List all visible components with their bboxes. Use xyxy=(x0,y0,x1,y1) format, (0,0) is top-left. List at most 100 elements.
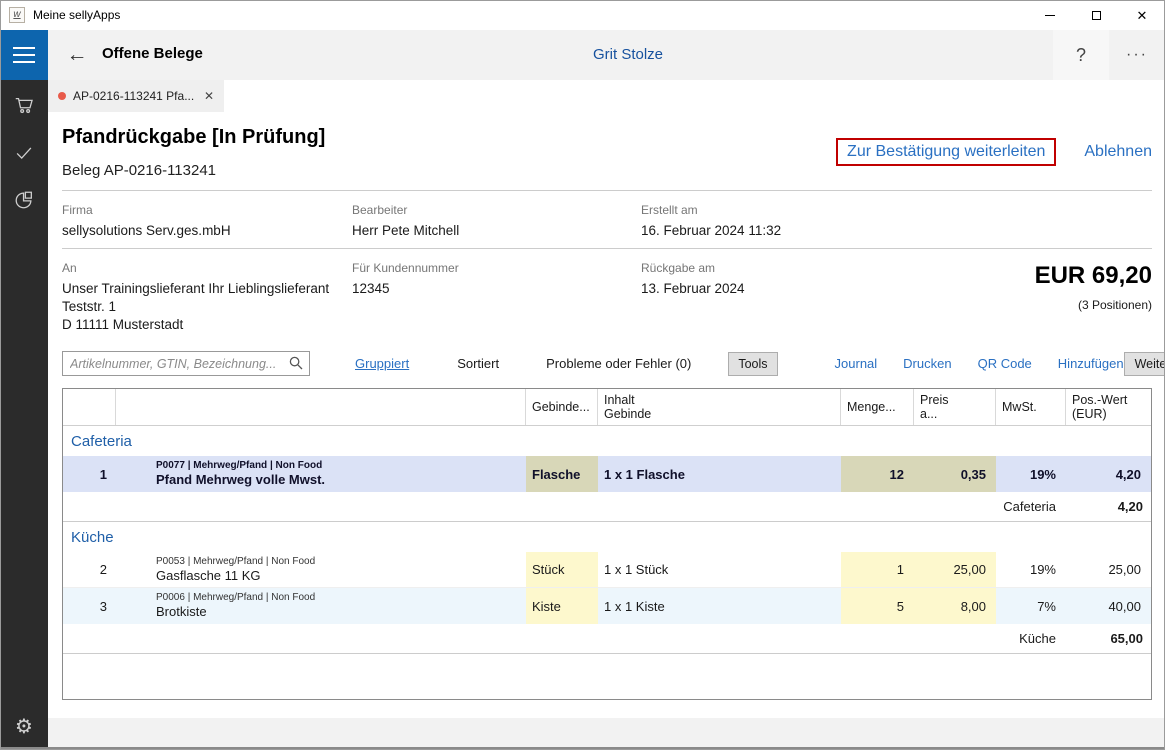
user-name[interactable]: Grit Stolze xyxy=(593,46,663,63)
table-row[interactable]: 1 P0077 | Mehrweg/Pfand | Non Food Pfand… xyxy=(63,456,1151,492)
app-logo-icon: w xyxy=(9,7,25,23)
back-arrow-icon: ← xyxy=(67,43,88,67)
article-cell: P0077 | Mehrweg/Pfand | Non Food Pfand M… xyxy=(116,456,526,492)
journal-link[interactable]: Journal xyxy=(835,356,878,371)
table-row[interactable]: 3 P0006 | Mehrweg/Pfand | Non Food Brotk… xyxy=(63,588,1151,624)
tab-close-button[interactable]: ✕ xyxy=(204,89,214,103)
ellipsis-icon: ··· xyxy=(1126,46,1148,64)
preis-cell: 25,00 xyxy=(914,552,996,587)
mwst-cell: 19% xyxy=(996,456,1066,492)
total-positions: (3 Positionen) xyxy=(1078,298,1152,312)
print-link[interactable]: Drucken xyxy=(903,356,951,371)
rueckgabe-am-value: 13. Februar 2024 xyxy=(641,280,745,298)
table-row[interactable]: 2 P0053 | Mehrweg/Pfand | Non Food Gasfl… xyxy=(63,552,1151,588)
gebinde-cell: Flasche xyxy=(526,456,598,492)
article-code: P0006 | Mehrweg/Pfand | Non Food xyxy=(156,592,315,604)
menu-button[interactable] xyxy=(0,30,48,80)
erstellt-am-label: Erstellt am xyxy=(641,203,698,217)
maximize-button[interactable] xyxy=(1073,0,1119,30)
qr-code-link[interactable]: QR Code xyxy=(978,356,1032,371)
pos-wert-cell: 40,00 xyxy=(1066,588,1151,624)
pie-chart-icon xyxy=(13,189,35,211)
help-button[interactable]: ? xyxy=(1053,30,1109,80)
sidebar-item-settings[interactable]: ⚙ xyxy=(0,706,48,746)
positions-toolbar: Gruppiert Sortiert Probleme oder Fehler … xyxy=(62,350,1152,377)
gear-icon: ⚙ xyxy=(15,714,33,739)
unsaved-dot-icon xyxy=(58,92,66,100)
sorted-toggle[interactable]: Sortiert xyxy=(457,356,499,371)
firma-label: Firma xyxy=(62,203,93,217)
tools-button[interactable]: Tools xyxy=(728,352,777,376)
help-icon: ? xyxy=(1076,45,1086,66)
an-value: Unser Trainingslieferant Ihr Lieblingsli… xyxy=(62,280,329,334)
tab-strip: AP-0216-113241 Pfa... ✕ xyxy=(48,80,1165,112)
subtotal-value: 65,00 xyxy=(1066,624,1151,653)
total-amount: EUR 69,20 xyxy=(1035,262,1152,290)
firma-value: sellysolutions Serv.ges.mbH xyxy=(62,222,231,240)
problems-link[interactable]: Probleme oder Fehler (0) xyxy=(546,356,691,371)
document-view: Pfandrückgabe [In Prüfung] Beleg AP-0216… xyxy=(48,112,1165,718)
header-mwst: MwSt. xyxy=(996,389,1066,425)
grouped-toggle[interactable]: Gruppiert xyxy=(355,356,409,371)
more-dropdown-button[interactable]: Weitere ⌄ xyxy=(1124,352,1165,376)
preis-cell: 0,35 xyxy=(914,456,996,492)
tab-document[interactable]: AP-0216-113241 Pfa... ✕ xyxy=(48,80,224,112)
rueckgabe-am-label: Rückgabe am xyxy=(641,261,715,275)
header-gebinde: Gebinde... xyxy=(526,389,598,425)
an-label: An xyxy=(62,261,77,275)
titlebar: w Meine sellyApps ✕ xyxy=(0,0,1165,30)
pos-wert-cell: 4,20 xyxy=(1066,456,1151,492)
article-cell: P0006 | Mehrweg/Pfand | Non Food Brotkis… xyxy=(116,588,526,624)
header-menge: Menge... xyxy=(841,389,914,425)
search-icon xyxy=(289,356,303,370)
sidebar: ⚙ xyxy=(0,30,48,750)
gebinde-cell: Kiste xyxy=(526,588,598,624)
divider xyxy=(62,190,1152,191)
close-button[interactable]: ✕ xyxy=(1119,0,1165,30)
check-icon xyxy=(13,142,35,164)
sidebar-item-cart[interactable] xyxy=(0,85,48,125)
menge-cell: 5 xyxy=(841,588,914,624)
menge-cell: 12 xyxy=(841,456,914,492)
back-button[interactable]: ← xyxy=(62,40,92,70)
kundennummer-label: Für Kundennummer xyxy=(352,261,459,275)
document-number: Beleg AP-0216-113241 xyxy=(62,162,216,179)
article-search xyxy=(62,351,310,376)
header-preis: Preisa... xyxy=(914,389,996,425)
cart-icon xyxy=(13,94,35,116)
subtotal-row-kueche: Küche 65,00 xyxy=(63,624,1151,654)
sidebar-item-statistics[interactable] xyxy=(0,180,48,220)
article-code: P0053 | Mehrweg/Pfand | Non Food xyxy=(156,556,315,568)
row-number: 1 xyxy=(63,456,116,492)
bearbeiter-value: Herr Pete Mitchell xyxy=(352,222,459,240)
search-input[interactable] xyxy=(62,351,310,376)
minimize-button[interactable] xyxy=(1027,0,1073,30)
subtotal-value: 4,20 xyxy=(1066,492,1151,521)
forward-for-confirmation-button[interactable]: Zur Bestätigung weiterleiten xyxy=(836,138,1056,166)
row-number: 2 xyxy=(63,552,116,587)
menge-cell: 1 xyxy=(841,552,914,587)
hamburger-icon xyxy=(13,47,35,49)
footer-strip xyxy=(48,718,1165,747)
subtotal-row-cafeteria: Cafeteria 4,20 xyxy=(63,492,1151,522)
header-pos-wert: Pos.-Wert(EUR) xyxy=(1066,389,1151,425)
sidebar-item-tasks[interactable] xyxy=(0,133,48,173)
maximize-icon xyxy=(1092,11,1101,20)
page-title: Offene Belege xyxy=(102,45,203,62)
appbar-more-button[interactable]: ··· xyxy=(1109,30,1165,80)
mwst-cell: 19% xyxy=(996,552,1066,587)
divider xyxy=(62,248,1152,249)
bearbeiter-label: Bearbeiter xyxy=(352,203,407,217)
document-actions: Zur Bestätigung weiterleiten Ablehnen xyxy=(836,138,1152,166)
mwst-cell: 7% xyxy=(996,588,1066,624)
article-cell: P0053 | Mehrweg/Pfand | Non Food Gasflas… xyxy=(116,552,526,587)
reject-button[interactable]: Ablehnen xyxy=(1084,143,1152,161)
article-name: Gasflasche 11 KG xyxy=(156,568,261,584)
minimize-icon xyxy=(1045,15,1055,16)
kundennummer-value: 12345 xyxy=(352,280,390,298)
close-icon: ✕ xyxy=(1137,9,1148,22)
pos-wert-cell: 25,00 xyxy=(1066,552,1151,587)
add-link[interactable]: Hinzufügen xyxy=(1058,356,1124,371)
row-number: 3 xyxy=(63,588,116,624)
group-header-cafeteria: Cafeteria xyxy=(63,426,1151,456)
